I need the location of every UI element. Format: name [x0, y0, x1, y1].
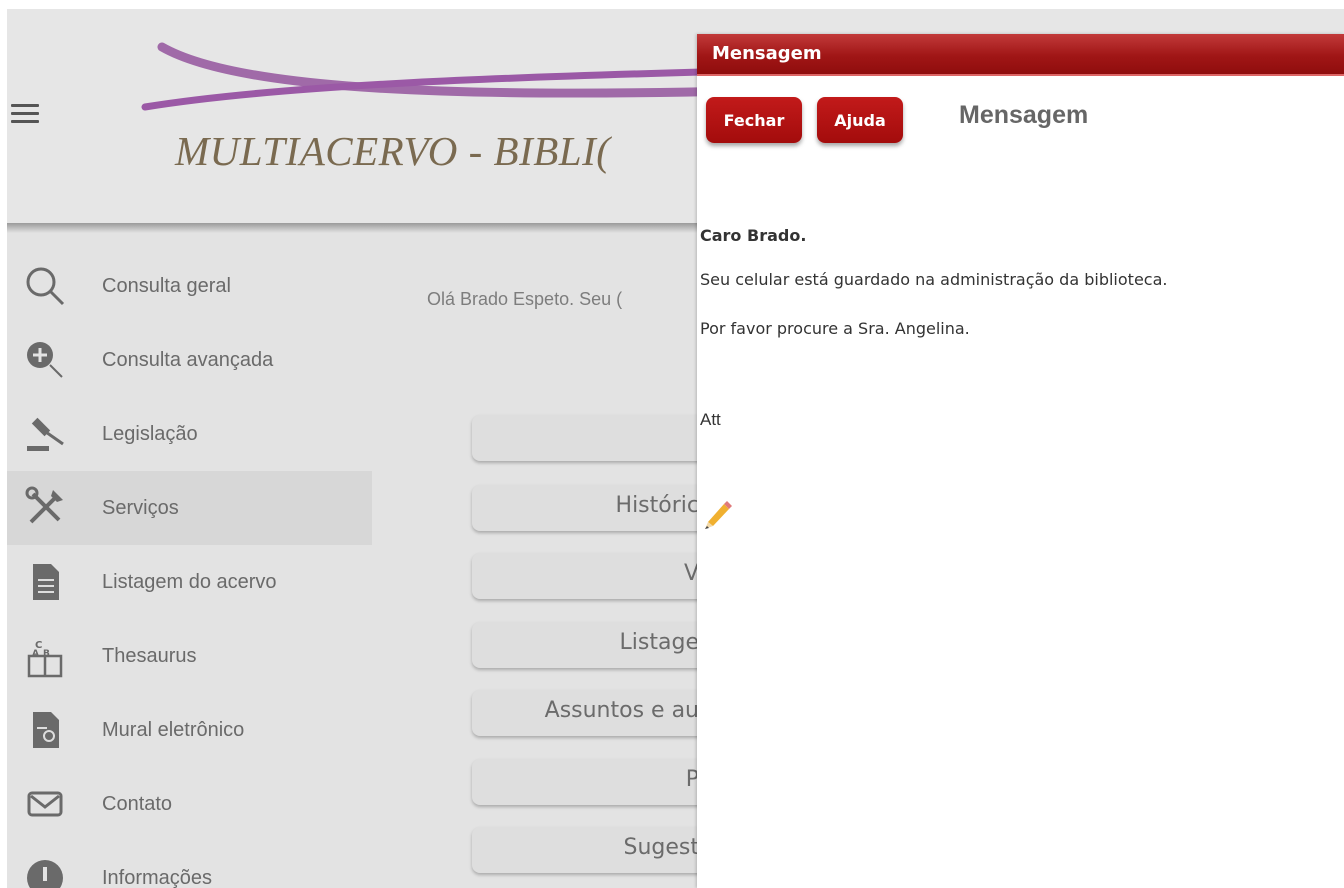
sidebar-item-legislacao[interactable]: Legislação — [7, 397, 372, 471]
welcome-text: Olá Brado Espeto. Seu ( — [427, 289, 623, 309]
app-title: MULTIACERVO - BIBLI( — [175, 128, 611, 174]
sidebar-item-label: Consulta geral — [102, 274, 231, 297]
sidebar-item-label: Mural eletrônico — [102, 718, 245, 741]
sidebar: Consulta geral Consulta avançada Legisla… — [7, 249, 372, 888]
message-greeting: Caro Brado. — [700, 226, 807, 245]
message-dialog: Mensagem Fechar Ajuda Mensagem Caro Brad… — [697, 34, 1344, 888]
sidebar-item-consulta-geral[interactable]: Consulta geral — [7, 249, 372, 323]
tools-icon — [23, 486, 67, 530]
help-button[interactable]: Ajuda — [817, 97, 903, 143]
sidebar-item-informacoes[interactable]: Informações — [7, 841, 372, 888]
sidebar-item-label: Consulta avançada — [102, 348, 274, 371]
sidebar-item-label: Serviços — [102, 496, 179, 519]
sidebar-item-thesaurus[interactable]: CAB Thesaurus — [7, 619, 372, 693]
search-icon — [23, 264, 67, 308]
info-icon — [23, 856, 67, 888]
zoom-in-icon — [23, 338, 67, 382]
svg-text:A: A — [32, 649, 39, 659]
sidebar-item-label: Informações — [102, 866, 213, 888]
hamburger-menu-icon[interactable] — [11, 104, 39, 126]
pencil-icon[interactable] — [700, 496, 734, 530]
logo-swoosh-icon — [141, 42, 737, 111]
gavel-icon — [23, 412, 67, 456]
dialog-heading: Mensagem — [959, 101, 1089, 129]
sidebar-item-servicos[interactable]: Serviços — [7, 471, 372, 545]
thesaurus-book-icon: CAB — [23, 634, 67, 678]
message-signoff: Att — [700, 410, 721, 429]
envelope-icon — [23, 782, 67, 826]
sidebar-item-label: Listagem do acervo — [102, 570, 277, 593]
svg-text:B: B — [43, 649, 50, 659]
document-list-icon — [23, 560, 67, 604]
certificate-document-icon — [23, 708, 67, 752]
sidebar-item-mural-eletronico[interactable]: Mural eletrônico — [7, 693, 372, 767]
sidebar-item-contato[interactable]: Contato — [7, 767, 372, 841]
close-button[interactable]: Fechar — [706, 97, 802, 143]
dialog-title: Mensagem — [712, 43, 822, 64]
sidebar-item-label: Contato — [102, 792, 173, 815]
sidebar-item-listagem-do-acervo[interactable]: Listagem do acervo — [7, 545, 372, 619]
message-line: Seu celular está guardado na administraç… — [700, 270, 1168, 289]
dialog-titlebar[interactable]: Mensagem — [697, 34, 1344, 76]
sidebar-item-label: Legislação — [102, 422, 198, 445]
sidebar-item-consulta-avancada[interactable]: Consulta avançada — [7, 323, 372, 397]
message-line: Por favor procure a Sra. Angelina. — [700, 319, 970, 338]
sidebar-item-label: Thesaurus — [102, 644, 197, 667]
